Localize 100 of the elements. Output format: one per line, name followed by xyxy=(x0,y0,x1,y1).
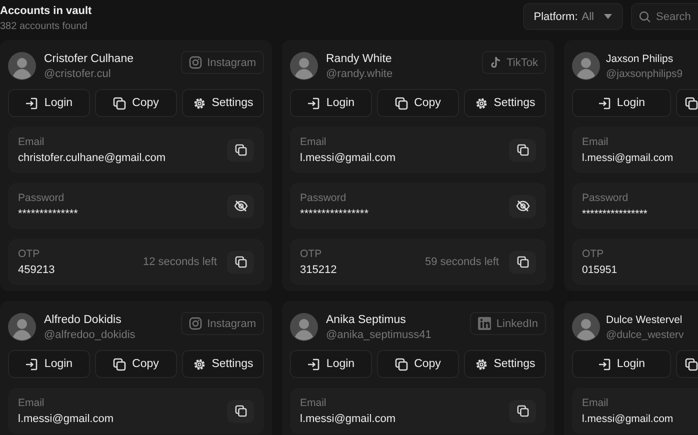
copy-button[interactable]: Copy xyxy=(95,350,177,378)
field-value: **************** xyxy=(582,208,648,220)
avatar-icon xyxy=(572,52,600,80)
field-label: OTP xyxy=(18,248,41,260)
field-label: Email xyxy=(582,136,610,148)
account-handle: @alfredoo_dokidis xyxy=(44,328,136,340)
login-icon xyxy=(307,358,320,370)
field-label: OTP xyxy=(300,248,323,260)
copy-icon xyxy=(685,358,698,370)
field-label: Password xyxy=(18,192,66,204)
field-value: l.messi@gmail.com xyxy=(300,413,397,425)
copy-button[interactable] xyxy=(509,250,536,274)
hide-password-button[interactable] xyxy=(227,194,254,218)
copy-button[interactable] xyxy=(227,250,254,274)
field-label: Email xyxy=(582,397,610,409)
account-name: Anika Septimus xyxy=(326,314,407,326)
eye-off-icon xyxy=(234,200,248,212)
field-value: l.messi@gmail.com xyxy=(300,152,397,164)
copy-button[interactable]: Copy xyxy=(377,89,459,117)
field-value: **************** xyxy=(300,208,370,220)
login-icon xyxy=(598,358,611,370)
copy-button[interactable] xyxy=(676,350,698,378)
otp-timer: 12 seconds left xyxy=(143,256,217,268)
copy-icon xyxy=(516,256,528,268)
field-label: Email xyxy=(300,397,328,409)
field-label: Password xyxy=(300,192,348,204)
login-button[interactable]: Login xyxy=(572,350,671,378)
copy-icon xyxy=(113,96,126,110)
avatar-icon xyxy=(8,52,36,80)
login-icon xyxy=(598,96,611,110)
field-label: Email xyxy=(18,136,46,148)
copy-icon xyxy=(234,256,246,268)
login-button[interactable]: Login xyxy=(8,350,90,378)
hide-password-button[interactable] xyxy=(509,194,536,218)
copy-button[interactable]: Copy xyxy=(377,350,459,378)
result-count: 382 accounts found xyxy=(0,21,88,32)
copy-button[interactable] xyxy=(676,89,698,117)
settings-button[interactable]: Settings xyxy=(182,350,264,378)
avatar-icon xyxy=(8,313,36,341)
platform-tag: Instagram xyxy=(181,51,264,74)
field-value: 315212 xyxy=(300,264,338,276)
settings-button[interactable]: Settings xyxy=(182,89,264,117)
field-value: 459213 xyxy=(18,264,56,276)
field-value: christofer.culhane@gmail.com xyxy=(18,152,167,164)
platform-tag: TikTok xyxy=(482,51,546,74)
login-icon xyxy=(25,96,38,110)
copy-button[interactable] xyxy=(509,400,536,422)
copy-button[interactable] xyxy=(509,138,536,162)
otp-timer: 59 seconds left xyxy=(425,256,499,268)
copy-icon xyxy=(113,358,126,370)
field-value: l.messi@gmail.com xyxy=(582,413,674,425)
login-icon xyxy=(307,96,320,110)
copy-icon xyxy=(685,96,698,110)
copy-icon xyxy=(395,358,408,370)
settings-button[interactable]: Settings xyxy=(464,350,546,378)
copy-button[interactable]: Copy xyxy=(95,89,177,117)
avatar-icon xyxy=(290,52,318,80)
login-button[interactable]: Login xyxy=(8,89,90,117)
copy-icon xyxy=(395,96,408,110)
linkedin-icon xyxy=(478,317,492,330)
search-field[interactable]: Search xyxy=(631,3,698,30)
field-value: ************** xyxy=(18,208,79,220)
tiktok-icon xyxy=(490,56,502,69)
login-button[interactable]: Login xyxy=(290,350,372,378)
platform-tag: LinkedIn xyxy=(470,312,546,335)
field-value: l.messi@gmail.com xyxy=(18,413,115,425)
settings-icon xyxy=(474,96,488,110)
copy-icon xyxy=(234,405,246,417)
field-label: Password xyxy=(582,192,630,204)
login-button[interactable]: Login xyxy=(572,89,671,117)
login-button[interactable]: Login xyxy=(290,89,372,117)
settings-icon xyxy=(474,358,488,370)
search-icon xyxy=(639,11,651,23)
copy-button[interactable] xyxy=(227,400,254,422)
copy-icon xyxy=(516,405,528,417)
avatar-icon xyxy=(572,313,600,341)
settings-icon xyxy=(192,358,206,370)
field-value: 015951 xyxy=(582,264,618,276)
account-handle: @dulce_westerv xyxy=(606,328,685,340)
account-handle: @jaxsonphilips9 xyxy=(606,68,684,80)
platform-tag: Instagram xyxy=(181,312,264,335)
login-icon xyxy=(25,358,38,370)
eye-off-icon xyxy=(516,200,530,212)
account-name: Jaxson Philips xyxy=(606,52,674,64)
caret-icon xyxy=(604,14,612,19)
account-name: Dulce Westervel xyxy=(606,314,684,326)
account-name: Cristofer Culhane xyxy=(44,52,134,64)
account-name: Randy White xyxy=(326,52,393,64)
settings-button[interactable]: Settings xyxy=(464,89,546,117)
account-handle: @randy.white xyxy=(326,68,394,80)
account-handle: @cristofer.cul xyxy=(44,68,112,80)
page-title: Accounts in vault xyxy=(0,5,92,17)
field-label: OTP xyxy=(582,248,605,260)
platform-filter-dropdown[interactable]: Platform: All xyxy=(522,3,623,30)
instagram-icon xyxy=(189,56,202,69)
copy-button[interactable] xyxy=(227,138,254,162)
settings-icon xyxy=(192,96,206,110)
account-name: Alfredo Dokidis xyxy=(44,314,122,326)
field-label: Email xyxy=(18,397,46,409)
field-value: l.messi@gmail.com xyxy=(582,152,674,164)
